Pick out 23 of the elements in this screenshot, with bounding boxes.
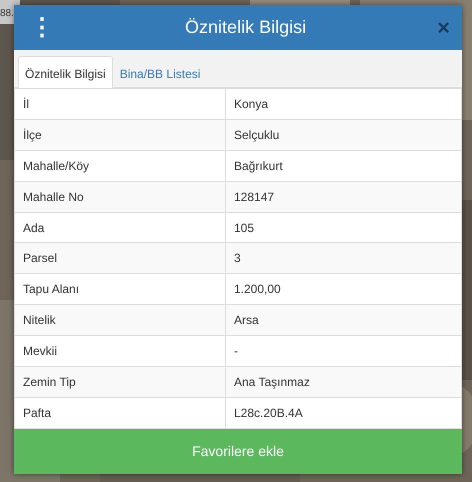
menu-button[interactable]: ⋮ [30,16,54,40]
tab[interactable]: Bina/BB Listesi [112,56,208,87]
label-cell: İlçe [14,119,226,150]
add-to-favorites-button[interactable]: Favorilere ekle [14,428,462,474]
map-label: 88. [0,8,14,19]
label-cell: Mahalle No [14,181,226,212]
label-cell: Nitelik [14,304,226,336]
value-cell: Arsa [226,304,462,336]
value-cell: 3 [226,242,462,274]
label-cell: İl [14,88,226,120]
value-cell: Selçuklu [226,119,462,150]
value-cell: L28c.20B.4A [226,397,462,428]
label-cell: Mahalle/Köy [14,150,226,182]
label-cell: Zemin Tip [14,366,226,398]
tab[interactable]: Öznitelik Bilgisi [18,56,113,88]
close-button[interactable]: × [437,16,450,38]
dialog-title: Öznitelik Bilgisi [185,16,306,39]
value-cell: Konya [226,88,462,120]
value-cell: Bağrıkurt [226,150,462,182]
value-cell: Ana Taşınmaz [226,366,462,398]
value-cell: 128147 [226,181,462,212]
label-cell: Pafta [14,397,226,428]
label-cell: Parsel [14,242,226,274]
